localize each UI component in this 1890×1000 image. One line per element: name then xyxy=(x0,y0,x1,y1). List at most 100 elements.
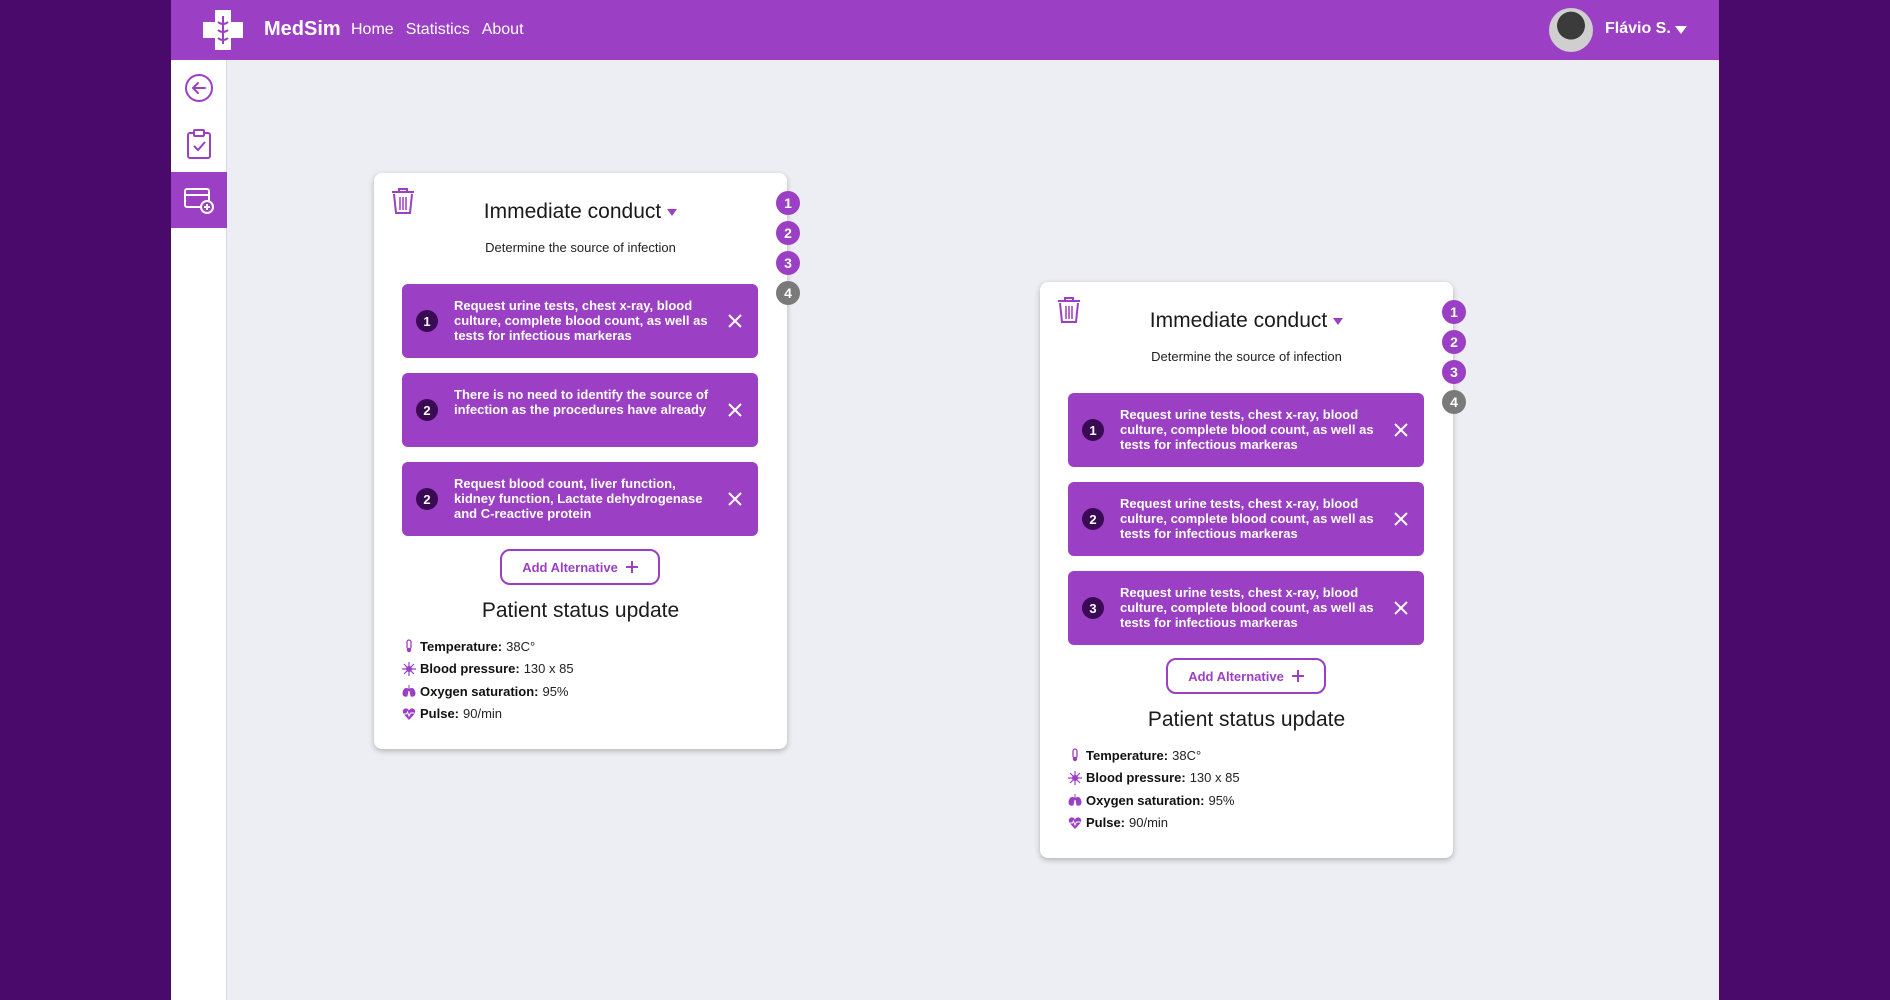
alternative-text: Request blood count, liver function, kid… xyxy=(454,476,703,521)
nav-home[interactable]: Home xyxy=(351,21,394,39)
virus-icon xyxy=(402,661,416,676)
main-nav: Home Statistics About xyxy=(351,21,524,39)
caret-down-icon[interactable] xyxy=(1333,317,1344,325)
chevron-down-icon[interactable] xyxy=(1675,26,1687,34)
alternative-item[interactable]: 2 There is no need to identify the sourc… xyxy=(402,373,758,447)
status-label: Blood pressure: xyxy=(1086,770,1186,786)
alternative-number: 2 xyxy=(416,488,438,510)
step-3[interactable]: 3 xyxy=(1442,360,1466,384)
close-icon[interactable] xyxy=(1394,423,1408,437)
status-value: 95% xyxy=(1208,792,1235,808)
close-icon[interactable] xyxy=(728,403,742,417)
add-alternative-button[interactable]: Add Alternative xyxy=(500,549,660,585)
status-label: Temperature: xyxy=(1086,747,1169,763)
card-title[interactable]: Immediate conduct xyxy=(1040,309,1453,333)
step-2[interactable]: 2 xyxy=(1442,330,1466,354)
status-label: Pulse: xyxy=(1086,815,1126,831)
back-arrow-icon xyxy=(185,74,213,102)
status-oxygen: Oxygen saturation: 95% xyxy=(1068,789,1240,812)
add-alternative-label: Add Alternative xyxy=(522,559,618,575)
nav-about[interactable]: About xyxy=(482,21,524,39)
caret-down-icon[interactable] xyxy=(667,208,678,216)
card-title[interactable]: Immediate conduct xyxy=(374,200,787,224)
top-bar: MedSim Home Statistics About Flávio S. xyxy=(171,0,1719,60)
alternative-text: There is no need to identify the source … xyxy=(454,387,709,417)
back-button[interactable] xyxy=(171,60,227,116)
card-title-text: Immediate conduct xyxy=(483,200,662,223)
status-value: 38C° xyxy=(1172,747,1202,763)
lungs-icon xyxy=(1068,794,1082,806)
alternative-text: Request urine tests, chest x-ray, blood … xyxy=(454,298,708,343)
alternative-item[interactable]: 2 Request urine tests, chest x-ray, bloo… xyxy=(1068,482,1424,556)
step-4[interactable]: 4 xyxy=(776,281,800,305)
status-title: Patient status update xyxy=(1147,708,1346,731)
alternative-text: Request urine tests, chest x-ray, blood … xyxy=(1120,496,1374,541)
status-value: 90/min xyxy=(463,706,503,722)
lungs-icon xyxy=(402,685,416,697)
status-value: 38C° xyxy=(506,638,536,654)
close-icon[interactable] xyxy=(1394,601,1408,615)
step-indicator: 1 2 3 4 xyxy=(1442,300,1468,420)
clipboard-check-icon xyxy=(187,129,211,159)
status-list: Temperature: 38C° Blood pressure: 130 x 85… xyxy=(402,635,574,725)
status-list: Temperature: 38C° Blood pressure: 130 x 85… xyxy=(1068,744,1240,834)
sidebar xyxy=(171,60,227,1000)
close-icon[interactable] xyxy=(728,492,742,506)
status-pulse: Pulse: 90/min xyxy=(402,703,574,726)
alternative-number: 1 xyxy=(416,310,438,332)
card-subtitle: Determine the source of infection xyxy=(1151,349,1342,364)
step-1[interactable]: 1 xyxy=(776,191,800,215)
step-4[interactable]: 4 xyxy=(1442,390,1466,414)
alternative-text: Request urine tests, chest x-ray, blood … xyxy=(1120,407,1374,452)
nav-statistics[interactable]: Statistics xyxy=(406,21,470,39)
status-label: Pulse: xyxy=(420,706,460,722)
step-3[interactable]: 3 xyxy=(776,251,800,275)
user-name[interactable]: Flávio S. xyxy=(1605,20,1671,38)
status-value: 95% xyxy=(542,683,569,699)
card-title-text: Immediate conduct xyxy=(1149,309,1328,332)
brand-name[interactable]: MedSim xyxy=(264,18,341,41)
alternative-item[interactable]: 3 Request urine tests, chest x-ray, bloo… xyxy=(1068,571,1424,645)
alternative-text: Request urine tests, chest x-ray, blood … xyxy=(1120,585,1374,630)
status-pulse: Pulse: 90/min xyxy=(1068,812,1240,835)
status-label: Blood pressure: xyxy=(420,661,520,677)
conduct-card: Immediate conduct Determine the source o… xyxy=(374,173,787,749)
status-label: Temperature: xyxy=(420,638,503,654)
medsim-logo-icon[interactable] xyxy=(201,8,245,52)
add-alternative-label: Add Alternative xyxy=(1188,668,1284,684)
alternative-number: 2 xyxy=(416,399,438,421)
step-2[interactable]: 2 xyxy=(776,221,800,245)
status-temperature: Temperature: 38C° xyxy=(1068,744,1240,767)
add-card-icon xyxy=(184,188,214,214)
status-temperature: Temperature: 38C° xyxy=(402,635,574,658)
status-title: Patient status update xyxy=(481,599,680,622)
step-1[interactable]: 1 xyxy=(1442,300,1466,324)
plus-icon xyxy=(1291,670,1304,682)
alternative-item[interactable]: 1 Request urine tests, chest x-ray, bloo… xyxy=(1068,393,1424,467)
avatar[interactable] xyxy=(1549,8,1593,52)
close-icon[interactable] xyxy=(728,314,742,328)
status-oxygen: Oxygen saturation: 95% xyxy=(402,680,574,703)
status-label: Oxygen saturation: xyxy=(420,683,539,699)
checklist-button[interactable] xyxy=(171,116,227,172)
heart-pulse-icon xyxy=(402,708,416,720)
alternative-number: 2 xyxy=(1082,508,1104,530)
card-subtitle: Determine the source of infection xyxy=(485,240,676,255)
app-window: MedSim Home Statistics About Flávio S. I… xyxy=(171,0,1719,1000)
alternative-item[interactable]: 1 Request urine tests, chest x-ray, bloo… xyxy=(402,284,758,358)
thermometer-icon xyxy=(406,639,412,653)
status-value: 130 x 85 xyxy=(523,661,574,677)
add-card-button[interactable] xyxy=(171,172,227,228)
status-blood-pressure: Blood pressure: 130 x 85 xyxy=(402,658,574,681)
conduct-card: Immediate conduct Determine the source o… xyxy=(1040,282,1453,858)
status-value: 90/min xyxy=(1129,815,1169,831)
add-alternative-button[interactable]: Add Alternative xyxy=(1166,658,1326,694)
status-value: 130 x 85 xyxy=(1189,770,1240,786)
status-label: Oxygen saturation: xyxy=(1086,792,1205,808)
alternative-number: 1 xyxy=(1082,419,1104,441)
step-indicator: 1 2 3 4 xyxy=(776,191,802,311)
alternative-item[interactable]: 2 Request blood count, liver function, k… xyxy=(402,462,758,536)
close-icon[interactable] xyxy=(1394,512,1408,526)
thermometer-icon xyxy=(1072,748,1078,762)
virus-icon xyxy=(1068,770,1082,785)
